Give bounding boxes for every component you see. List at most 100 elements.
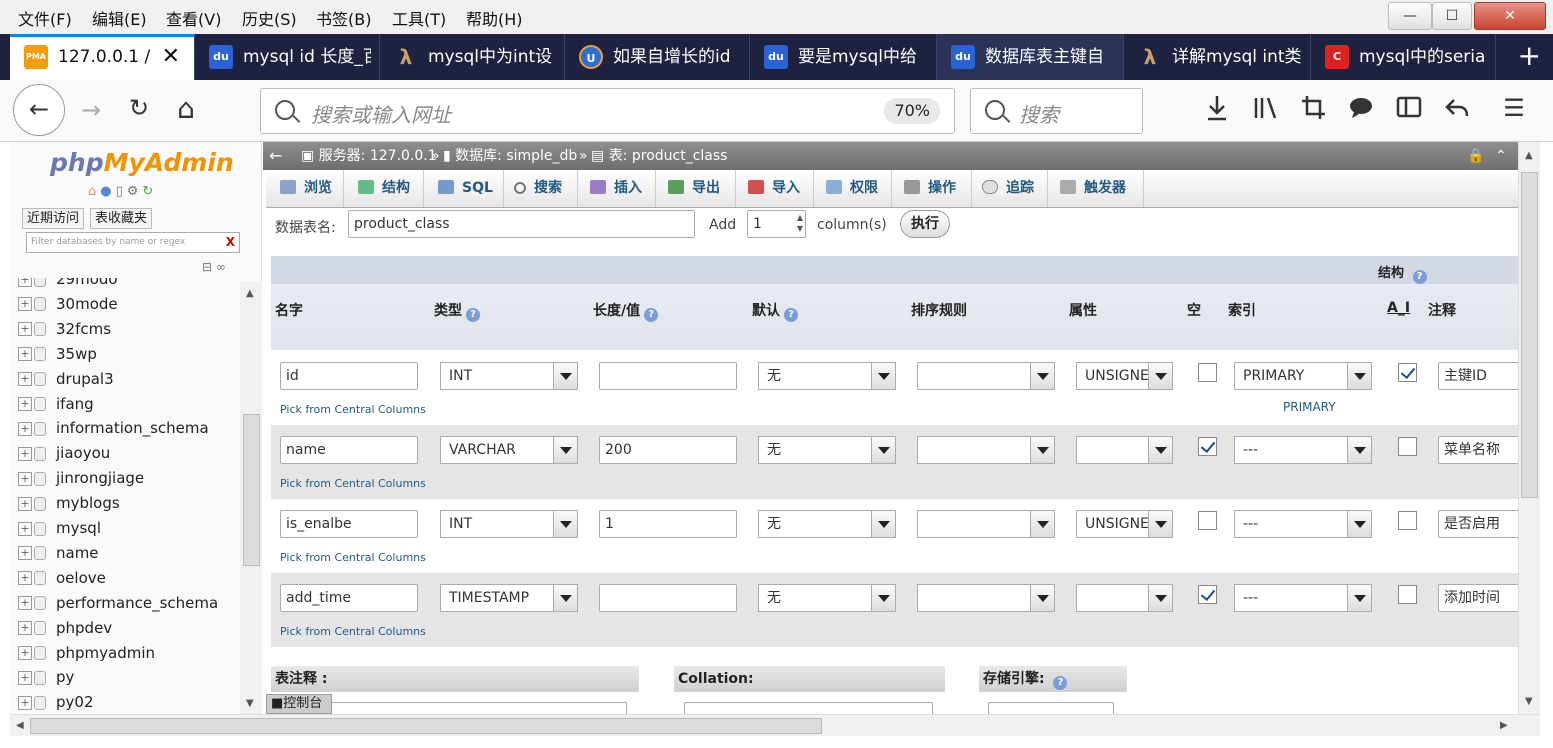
scrollbar-thumb[interactable] bbox=[30, 718, 822, 734]
scroll-right-arrow-icon[interactable]: ▶ bbox=[1500, 720, 1508, 731]
column-type-select[interactable]: INT bbox=[440, 510, 578, 538]
column-ai-checkbox[interactable] bbox=[1398, 437, 1417, 456]
menu-file[interactable]: 文件(F) bbox=[18, 6, 72, 30]
column-length-input[interactable]: 200 bbox=[599, 436, 737, 464]
pick-central-columns-link[interactable]: Pick from Central Columns bbox=[280, 551, 426, 564]
column-type-select[interactable]: INT bbox=[440, 362, 578, 390]
hamburger-menu-icon[interactable]: ☰ bbox=[1500, 94, 1528, 122]
go-button[interactable]: 执行 bbox=[900, 210, 950, 238]
back-button[interactable]: ← bbox=[13, 84, 65, 136]
column-comment-input[interactable]: 添加时间 bbox=[1438, 584, 1518, 612]
maximize-button[interactable]: ☐ bbox=[1432, 2, 1472, 30]
help-icon[interactable]: ? bbox=[466, 308, 480, 322]
column-default-select[interactable]: 无 bbox=[758, 436, 896, 464]
column-collation-select[interactable] bbox=[917, 362, 1055, 390]
browser-tab-3[interactable]: λ mysql中为int设 bbox=[380, 34, 565, 80]
expand-icon[interactable]: + bbox=[18, 471, 32, 486]
scroll-up-arrow-icon[interactable]: ▲ bbox=[246, 288, 254, 299]
column-index-select[interactable]: PRIMARY bbox=[1234, 362, 1372, 390]
home-icon[interactable]: ⌂ bbox=[88, 184, 100, 199]
database-item[interactable]: + py bbox=[18, 668, 74, 692]
column-name-input[interactable]: add_time bbox=[280, 584, 418, 612]
browser-tab-phpmyadmin[interactable]: PMA 127.0.0.1 / 1 ✕ bbox=[10, 34, 195, 80]
menu-tools[interactable]: 工具(T) bbox=[392, 6, 446, 30]
zoom-level-button[interactable]: 70% bbox=[884, 98, 940, 124]
column-ai-checkbox[interactable] bbox=[1398, 363, 1417, 382]
tab-search[interactable]: 搜索 bbox=[504, 170, 578, 207]
column-index-select[interactable]: --- bbox=[1234, 510, 1372, 538]
table-name-input[interactable]: product_class bbox=[348, 210, 695, 238]
column-comment-input[interactable]: 主键ID bbox=[1438, 362, 1518, 390]
storage-engine-select[interactable] bbox=[988, 702, 1114, 714]
collapse-all-icon[interactable]: ⊟ bbox=[202, 260, 212, 274]
column-default-select[interactable]: 无 bbox=[758, 362, 896, 390]
breadcrumb-server[interactable]: ▣ 服务器: 127.0.0.1 bbox=[301, 142, 437, 170]
column-ai-checkbox[interactable] bbox=[1398, 511, 1417, 530]
menu-bookmarks[interactable]: 书签(B) bbox=[316, 6, 371, 30]
forward-button[interactable]: → bbox=[78, 96, 104, 124]
scroll-up-arrow-icon[interactable]: ▲ bbox=[1525, 150, 1533, 161]
recent-tables-button[interactable]: 近期访问 bbox=[22, 208, 85, 229]
column-name-input[interactable]: is_enalbe bbox=[280, 510, 418, 538]
lock-icon[interactable]: 🔒 bbox=[1467, 142, 1484, 170]
browser-tab-6[interactable]: du 数据库表主键自 bbox=[937, 34, 1124, 80]
tab-triggers[interactable]: 触发器 bbox=[1048, 170, 1144, 207]
link-icon[interactable]: ∞ bbox=[216, 260, 226, 274]
clear-filter-icon[interactable]: X bbox=[226, 235, 235, 249]
browser-tab-4[interactable]: U 如果自增长的id bbox=[565, 34, 750, 80]
column-comment-input[interactable]: 是否启用 bbox=[1438, 510, 1518, 538]
column-attribute-select[interactable] bbox=[1076, 584, 1173, 612]
expand-icon[interactable]: + bbox=[18, 446, 32, 461]
column-index-select[interactable]: --- bbox=[1234, 436, 1372, 464]
library-icon[interactable] bbox=[1252, 94, 1278, 128]
minimize-button[interactable]: — bbox=[1388, 2, 1432, 30]
expand-icon[interactable]: + bbox=[18, 278, 32, 287]
database-item[interactable]: + information_schema bbox=[18, 419, 209, 443]
expand-icon[interactable]: + bbox=[18, 670, 32, 685]
column-attribute-select[interactable]: UNSIGNED bbox=[1076, 362, 1173, 390]
column-name-input[interactable]: name bbox=[280, 436, 418, 464]
expand-icon[interactable]: + bbox=[18, 397, 32, 411]
column-collation-select[interactable] bbox=[917, 436, 1055, 464]
column-default-select[interactable]: 无 bbox=[758, 584, 896, 612]
column-collation-select[interactable] bbox=[917, 510, 1055, 538]
tab-operations[interactable]: 操作 bbox=[892, 170, 972, 207]
index-note[interactable]: PRIMARY bbox=[1283, 400, 1336, 414]
scroll-down-arrow-icon[interactable]: ▼ bbox=[1525, 696, 1533, 707]
help-icon[interactable]: ? bbox=[644, 308, 659, 322]
column-length-input[interactable] bbox=[599, 362, 737, 390]
url-bar[interactable]: 搜索或输入网址 70% bbox=[260, 88, 955, 134]
column-null-checkbox[interactable] bbox=[1198, 511, 1217, 530]
database-item[interactable]: + phpmyadmin bbox=[18, 644, 155, 668]
menu-edit[interactable]: 编辑(E) bbox=[92, 6, 147, 30]
browser-tab-2[interactable]: du mysql id 长度_百 bbox=[195, 34, 380, 80]
browser-tab-7[interactable]: λ 详解mysql int类 bbox=[1124, 34, 1311, 80]
column-type-select[interactable]: VARCHAR bbox=[440, 436, 578, 464]
expand-icon[interactable]: + bbox=[18, 372, 32, 387]
help-icon[interactable]: ? bbox=[784, 308, 798, 322]
close-window-button[interactable]: ✕ bbox=[1474, 2, 1546, 30]
menu-help[interactable]: 帮助(H) bbox=[466, 6, 523, 30]
column-attribute-select[interactable]: UNSIGNED bbox=[1076, 510, 1173, 538]
tab-tracking[interactable]: 追踪 bbox=[972, 170, 1048, 207]
close-tab-icon[interactable]: ✕ bbox=[162, 37, 180, 77]
expand-icon[interactable]: + bbox=[18, 571, 32, 586]
column-length-input[interactable] bbox=[599, 584, 737, 612]
column-comment-input[interactable]: 菜单名称 bbox=[1438, 436, 1518, 464]
collapse-top-icon[interactable]: ⌃ bbox=[1495, 142, 1507, 170]
database-item[interactable]: +29modo bbox=[18, 278, 118, 294]
pick-central-columns-link[interactable]: Pick from Central Columns bbox=[280, 625, 426, 638]
collation-select[interactable] bbox=[684, 702, 933, 714]
favorite-tables-button[interactable]: 表收藏夹 bbox=[90, 208, 153, 229]
horizontal-scrollbar[interactable]: ◀ ▶ bbox=[10, 714, 1540, 736]
info-icon[interactable]: ● bbox=[100, 184, 115, 199]
collapse-nav-icon[interactable]: ← bbox=[269, 142, 282, 170]
database-item[interactable]: + py02 bbox=[18, 693, 94, 712]
database-item[interactable]: + mysql bbox=[18, 519, 101, 543]
chat-bubble-icon[interactable] bbox=[1348, 94, 1374, 128]
breadcrumb-table[interactable]: ▤ 表: product_class bbox=[591, 142, 727, 170]
database-filter-input[interactable]: Filter databases by name or regex X bbox=[26, 232, 240, 253]
database-item[interactable]: +35wp bbox=[18, 345, 97, 369]
scroll-left-arrow-icon[interactable]: ◀ bbox=[16, 720, 24, 731]
console-toggle[interactable]: ■控制台 bbox=[266, 694, 332, 714]
